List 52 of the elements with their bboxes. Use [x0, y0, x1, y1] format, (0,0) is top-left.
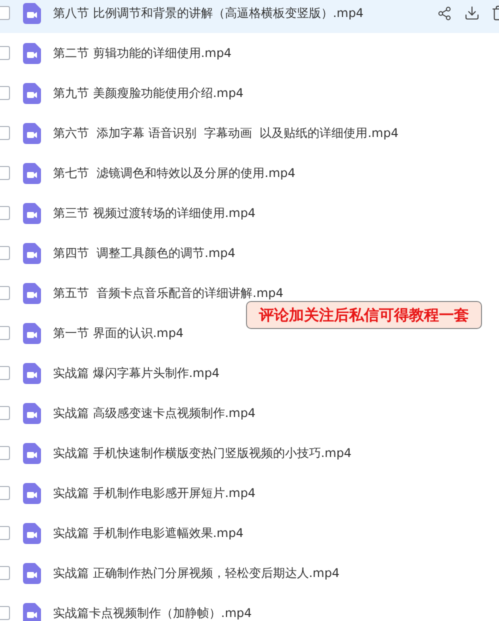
video-file-icon — [23, 122, 41, 144]
video-file-icon — [23, 442, 41, 464]
video-file-icon — [23, 2, 41, 24]
download-icon[interactable] — [463, 4, 480, 22]
checkbox[interactable] — [0, 126, 10, 140]
video-file-icon — [23, 42, 41, 64]
file-name: 第一节 界面的认识.mp4 — [53, 324, 185, 342]
checkbox[interactable] — [0, 406, 10, 420]
file-name: 第四节 调整工具颜色的调节.mp4 — [53, 244, 236, 262]
file-name: 第六节 添加字幕 语音识别 字幕动画 以及贴纸的详细使用.mp4 — [53, 124, 400, 142]
video-file-icon — [23, 602, 41, 621]
file-name: 实战篇 正确制作热门分屏视频，轻松变后期达人.mp4 — [53, 564, 341, 582]
checkbox[interactable] — [0, 326, 10, 340]
checkbox[interactable] — [0, 566, 10, 580]
file-name: 实战篇卡点视频制作（加静帧）.mp4 — [53, 604, 253, 621]
video-file-icon — [23, 402, 41, 424]
video-file-icon — [23, 82, 41, 104]
file-row[interactable]: 第八节 比例调节和背景的讲解（高逼格横板变竖版）.mp4 — [0, 0, 499, 33]
video-file-icon — [23, 242, 41, 264]
video-file-icon — [23, 282, 41, 304]
file-name: 第三节 视频过渡转场的详细使用.mp4 — [53, 204, 257, 222]
video-file-icon — [23, 162, 41, 184]
video-file-icon — [23, 362, 41, 384]
checkbox[interactable] — [0, 286, 10, 300]
checkbox[interactable] — [0, 206, 10, 220]
video-file-icon — [23, 522, 41, 544]
video-file-icon — [23, 562, 41, 584]
video-file-icon — [23, 322, 41, 344]
file-name: 第二节 剪辑功能的详细使用.mp4 — [53, 44, 233, 62]
checkbox[interactable] — [0, 366, 10, 380]
checkbox[interactable] — [0, 86, 10, 100]
file-name: 第八节 比例调节和背景的讲解（高逼格横板变竖版）.mp4 — [53, 4, 365, 22]
video-file-icon — [23, 482, 41, 504]
checkbox[interactable] — [0, 46, 10, 60]
file-name: 第七节 滤镜调色和特效以及分屏的使用.mp4 — [53, 164, 296, 182]
file-name: 实战篇 高级感变速卡点视频制作.mp4 — [53, 404, 257, 422]
checkbox[interactable] — [0, 606, 10, 620]
file-name: 实战篇 手机制作电影遮幅效果.mp4 — [53, 524, 245, 542]
file-name: 实战篇 手机快速制作横版变热门竖版视频的小技巧.mp4 — [53, 444, 353, 462]
file-name: 实战篇 手机制作电影感开屏短片.mp4 — [53, 484, 257, 502]
checkbox[interactable] — [0, 526, 10, 540]
file-name: 第五节 音频卡点音乐配音的详细讲解.mp4 — [53, 284, 284, 302]
promo-toast: 评论加关注后私信可得教程一套 — [246, 301, 482, 329]
file-name: 实战篇 爆闪字幕片头制作.mp4 — [53, 364, 221, 382]
checkbox[interactable] — [0, 246, 10, 260]
checkbox[interactable] — [0, 486, 10, 500]
file-name: 第九节 美颜瘦脸功能使用介绍.mp4 — [53, 84, 245, 102]
share-icon[interactable] — [436, 4, 453, 22]
checkbox[interactable] — [0, 6, 10, 20]
video-file-icon — [23, 202, 41, 224]
checkbox[interactable] — [0, 166, 10, 180]
checkbox[interactable] — [0, 446, 10, 460]
